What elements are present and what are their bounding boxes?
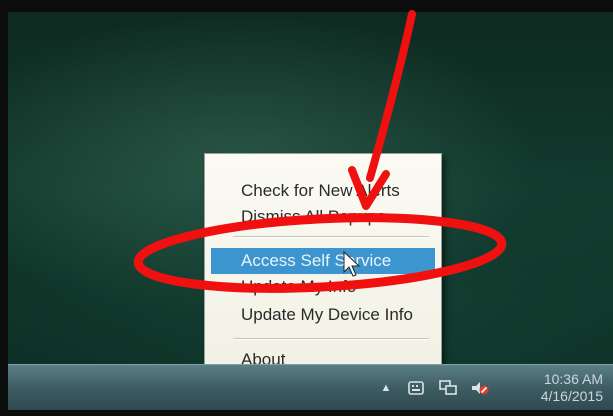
system-clock[interactable]: 10:36 AM 4/16/2015 xyxy=(523,365,603,410)
keyboard-icon[interactable] xyxy=(406,379,426,397)
menu-item-update-my-info[interactable]: Update My Info xyxy=(211,274,435,300)
context-menu: Check for New Alerts Dismiss All Popups … xyxy=(204,153,442,379)
menu-item-dismiss-popups[interactable]: Dismiss All Popups xyxy=(211,204,435,230)
menu-item-check-alerts[interactable]: Check for New Alerts xyxy=(211,178,435,204)
menu-separator xyxy=(233,338,429,340)
taskbar: ▲ 10:36 AM 4/16/2015 xyxy=(8,364,613,410)
menu-item-access-self-service[interactable]: Access Self Service xyxy=(211,248,435,274)
clock-date: 4/16/2015 xyxy=(540,388,603,404)
menu-item-update-device-info[interactable]: Update My Device Info xyxy=(211,302,435,328)
clock-time: 10:36 AM xyxy=(543,371,603,387)
desktop: Check for New Alerts Dismiss All Popups … xyxy=(8,12,613,410)
network-icon[interactable] xyxy=(438,379,458,397)
chevron-up-icon[interactable]: ▲ xyxy=(376,379,396,397)
volume-muted-icon[interactable] xyxy=(470,379,490,397)
menu-separator xyxy=(233,236,429,238)
